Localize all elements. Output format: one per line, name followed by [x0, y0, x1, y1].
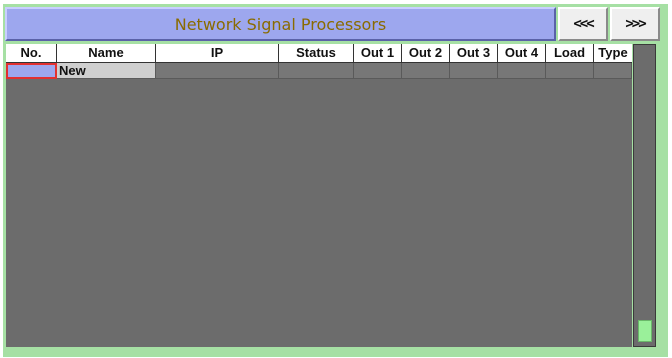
cell-type[interactable] — [594, 63, 632, 79]
scrollbar-thumb[interactable] — [638, 320, 652, 342]
table-row[interactable]: New — [6, 63, 632, 79]
cell-out2[interactable] — [402, 63, 450, 79]
window-title-bar: Network Signal Processors — [5, 7, 556, 41]
processor-table: No. Name IP Status Out 1 Out 2 Out 3 Out… — [6, 44, 632, 347]
window-title: Network Signal Processors — [174, 14, 387, 34]
cell-out1[interactable] — [354, 63, 402, 79]
column-header-out2[interactable]: Out 2 — [402, 44, 450, 62]
cell-status[interactable] — [279, 63, 354, 79]
column-header-ip[interactable]: IP — [156, 44, 279, 62]
cell-out3[interactable] — [450, 63, 498, 79]
cell-no[interactable] — [6, 63, 57, 79]
cell-ip[interactable] — [156, 63, 279, 79]
column-header-name[interactable]: Name — [57, 44, 156, 62]
column-header-status[interactable]: Status — [279, 44, 354, 62]
column-header-out1[interactable]: Out 1 — [354, 44, 402, 62]
cell-out4[interactable] — [498, 63, 546, 79]
table-header: No. Name IP Status Out 1 Out 2 Out 3 Out… — [6, 44, 632, 63]
previous-page-label: <<< — [573, 16, 594, 32]
next-page-label: >>> — [625, 16, 646, 32]
column-header-type[interactable]: Type — [594, 44, 632, 62]
column-header-load[interactable]: Load — [546, 44, 594, 62]
previous-page-button[interactable]: <<< — [558, 7, 608, 41]
cell-name[interactable]: New — [57, 63, 156, 79]
vertical-scrollbar[interactable] — [633, 44, 656, 347]
cell-load[interactable] — [546, 63, 594, 79]
column-header-out3[interactable]: Out 3 — [450, 44, 498, 62]
column-header-out4[interactable]: Out 4 — [498, 44, 546, 62]
column-header-no[interactable]: No. — [6, 44, 57, 62]
next-page-button[interactable]: >>> — [610, 7, 660, 41]
